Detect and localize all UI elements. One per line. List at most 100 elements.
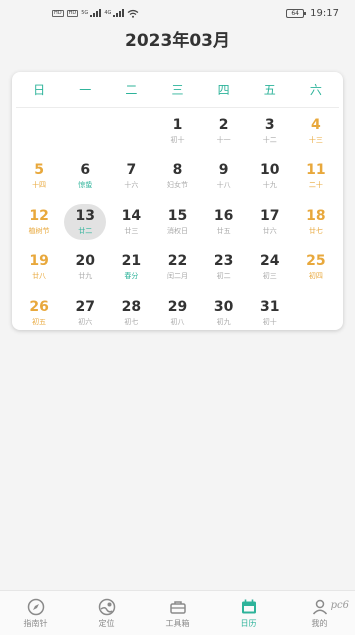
day-cell[interactable]: 6 惊蛰 (62, 154, 108, 200)
day-cell[interactable]: 27 初六 (62, 290, 108, 336)
watermark: pc6 (330, 600, 349, 611)
day-cell[interactable]: 16 廿五 (201, 199, 247, 245)
lunar-label: 妇女节 (166, 181, 188, 190)
user-icon (312, 599, 327, 615)
lunar-label: 消权日 (166, 226, 188, 235)
lunar-label: 十九 (262, 181, 277, 190)
bottom-nav: 指南针 定位 工具箱 日历 我的 (0, 590, 355, 635)
day-number: 13 (75, 207, 95, 224)
day-cell[interactable]: 21 春分 (108, 245, 154, 291)
calendar-grid: 1 初十 2 十一 3 十二 4 十三 5 十四 6 惊蛰 7 十六 8 妇女节 9 十八 10 十九 11 二十 12 植树… (12, 108, 343, 336)
nav-item-4[interactable]: 我的 (284, 591, 355, 635)
lunar-label: 廿三 (124, 226, 139, 235)
lunar-label: 十二 (262, 135, 277, 144)
weekday-label: 五 (263, 83, 276, 97)
day-cell[interactable]: 5 十四 (16, 154, 62, 200)
day-number: 12 (29, 207, 49, 224)
day-cell[interactable]: 19 廿八 (16, 245, 62, 291)
page-title[interactable]: 2023年03月 (0, 26, 355, 51)
day-cell[interactable]: 10 十九 (247, 154, 293, 200)
day-number: 7 (126, 162, 137, 179)
sim1-badge: HD (52, 9, 64, 17)
status-bar: HD HD 5G 4G 64 19:17 (0, 0, 355, 26)
day-cell[interactable]: 12 植树节 (16, 199, 62, 245)
day-cell[interactable]: 17 廿六 (247, 199, 293, 245)
lunar-label: 廿六 (262, 226, 277, 235)
battery-icon: 64 (286, 8, 307, 18)
nav-item-2[interactable]: 工具箱 (142, 591, 213, 635)
sim2-badge: HD (66, 9, 79, 17)
nav-label: 定位 (98, 618, 115, 628)
nav-label: 工具箱 (165, 618, 190, 628)
day-number: 14 (121, 207, 142, 224)
day-cell[interactable]: 4 十三 (293, 108, 339, 154)
empty-cell (293, 290, 339, 336)
signal1-icon (90, 9, 102, 17)
day-cell[interactable]: 30 初九 (201, 290, 247, 336)
lunar-label: 初九 (216, 317, 231, 326)
day-cell[interactable]: 1 初十 (154, 108, 200, 154)
status-right: 64 19:17 (286, 8, 339, 19)
day-number: 5 (34, 162, 44, 179)
day-number: 19 (29, 253, 49, 270)
lunar-label: 植树节 (28, 226, 50, 235)
lunar-label: 十四 (32, 181, 47, 190)
toolbox-icon (169, 600, 186, 614)
day-number: 17 (260, 207, 280, 224)
lunar-label: 十六 (124, 181, 139, 190)
day-cell[interactable]: 2 十一 (201, 108, 247, 154)
day-number: 6 (80, 162, 91, 179)
day-cell[interactable]: 13 廿二 (62, 199, 108, 245)
nav-item-3[interactable]: 日历 (213, 591, 284, 635)
day-cell[interactable]: 9 十八 (201, 154, 247, 200)
day-cell[interactable]: 23 初二 (201, 245, 247, 291)
lunar-label: 闰二月 (166, 272, 188, 281)
day-cell[interactable]: 25 初四 (293, 245, 339, 291)
empty-cell (108, 108, 154, 154)
day-cell[interactable]: 28 初七 (108, 290, 154, 336)
lunar-label: 初八 (170, 317, 185, 326)
nav-label: 指南针 (23, 618, 48, 628)
day-cell[interactable]: 31 初十 (247, 290, 293, 336)
day-cell[interactable]: 22 闰二月 (154, 245, 200, 291)
day-number: 9 (218, 162, 229, 179)
day-cell[interactable]: 11 二十 (293, 154, 339, 200)
day-number: 26 (29, 298, 49, 315)
day-cell[interactable]: 15 消权日 (154, 199, 200, 245)
day-cell[interactable]: 14 廿三 (108, 199, 154, 245)
lunar-label: 廿五 (216, 226, 231, 235)
day-number: 28 (121, 298, 142, 315)
wifi-icon (128, 9, 139, 18)
lunar-label: 初二 (216, 272, 231, 281)
lunar-label: 廿七 (308, 226, 323, 235)
day-cell[interactable]: 24 初三 (247, 245, 293, 291)
lunar-label: 廿八 (32, 272, 47, 281)
lunar-label: 初六 (78, 317, 93, 326)
lunar-label: 初四 (308, 272, 323, 281)
lunar-label: 廿二 (78, 226, 93, 235)
lunar-label: 春分 (124, 272, 139, 281)
nav-item-1[interactable]: 定位 (71, 591, 142, 635)
nav-label: 日历 (240, 618, 257, 628)
day-cell[interactable]: 7 十六 (108, 154, 154, 200)
nav-item-0[interactable]: 指南针 (0, 591, 71, 635)
day-number: 8 (172, 162, 183, 179)
day-cell[interactable]: 20 廿九 (62, 245, 108, 291)
day-cell[interactable]: 26 初五 (16, 290, 62, 336)
day-cell[interactable]: 18 廿七 (293, 199, 339, 245)
day-number: 30 (213, 298, 234, 315)
day-cell[interactable]: 8 妇女节 (154, 154, 200, 200)
day-number: 10 (260, 162, 280, 179)
day-number: 1 (172, 116, 183, 133)
lunar-label: 廿九 (78, 272, 93, 281)
lunar-label: 初十 (170, 135, 185, 144)
lunar-label: 惊蛰 (78, 181, 93, 190)
day-number: 20 (75, 253, 95, 270)
calendar-icon (241, 599, 256, 613)
location-icon (98, 598, 115, 615)
day-cell[interactable]: 3 十二 (247, 108, 293, 154)
day-number: 29 (167, 298, 188, 315)
weekday-label: 一 (79, 83, 92, 97)
lunar-label: 十一 (216, 135, 231, 144)
day-cell[interactable]: 29 初八 (154, 290, 200, 336)
